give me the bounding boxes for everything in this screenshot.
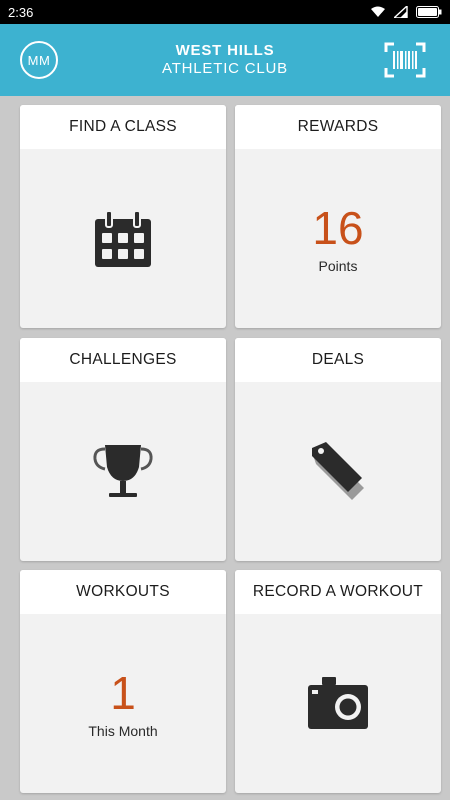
camera-icon — [308, 676, 368, 729]
tag-icon — [312, 441, 364, 500]
tile-body: 1 This Month — [20, 614, 226, 793]
avatar-initials: MM — [27, 52, 51, 68]
tile-body — [20, 382, 226, 561]
tile-challenges[interactable]: CHALLENGES — [20, 338, 226, 561]
club-title: WEST HILLS ATHLETIC CLUB — [100, 42, 350, 78]
tile-title: REWARDS — [235, 105, 441, 149]
tile-body — [235, 614, 441, 793]
rewards-points-label: Points — [318, 257, 358, 274]
battery-icon — [416, 6, 442, 18]
tile-title: DEALS — [235, 338, 441, 382]
dashboard-grid: FIND A CLASS REWARDS 16 Points CHALLENGE… — [0, 96, 450, 800]
tile-find-a-class[interactable]: FIND A CLASS — [20, 105, 226, 328]
tile-workouts[interactable]: WORKOUTS 1 This Month — [20, 570, 226, 793]
wifi-icon — [371, 6, 385, 17]
barcode-icon — [384, 42, 426, 78]
workouts-count-label: This Month — [88, 722, 158, 739]
barcode-button[interactable] — [384, 42, 426, 78]
trophy-icon — [93, 444, 153, 497]
tile-title: FIND A CLASS — [20, 105, 226, 149]
tile-title: CHALLENGES — [20, 338, 226, 382]
rewards-points-value: 16 — [312, 201, 364, 254]
calendar-icon — [95, 209, 151, 267]
tile-body: 16 Points — [235, 149, 441, 328]
tile-deals[interactable]: DEALS — [235, 338, 441, 561]
tile-rewards[interactable]: REWARDS 16 Points — [235, 105, 441, 328]
club-title-line1: WEST HILLS — [175, 42, 275, 59]
tile-record-a-workout[interactable]: RECORD A WORKOUT — [235, 570, 441, 793]
tile-title: WORKOUTS — [20, 570, 226, 614]
tile-body — [235, 382, 441, 561]
workouts-count-value: 1 — [110, 666, 136, 719]
club-title-line2: ATHLETIC CLUB — [162, 60, 288, 77]
status-icons — [370, 6, 442, 18]
tile-body — [20, 149, 226, 328]
avatar[interactable]: MM — [20, 41, 58, 79]
signal-icon — [394, 6, 408, 18]
tile-title: RECORD A WORKOUT — [235, 570, 441, 614]
status-time: 2:36 — [8, 4, 34, 20]
app-header: MM WEST HILLS ATHLETIC CLUB — [0, 24, 450, 96]
status-bar: 2:36 — [0, 0, 450, 24]
